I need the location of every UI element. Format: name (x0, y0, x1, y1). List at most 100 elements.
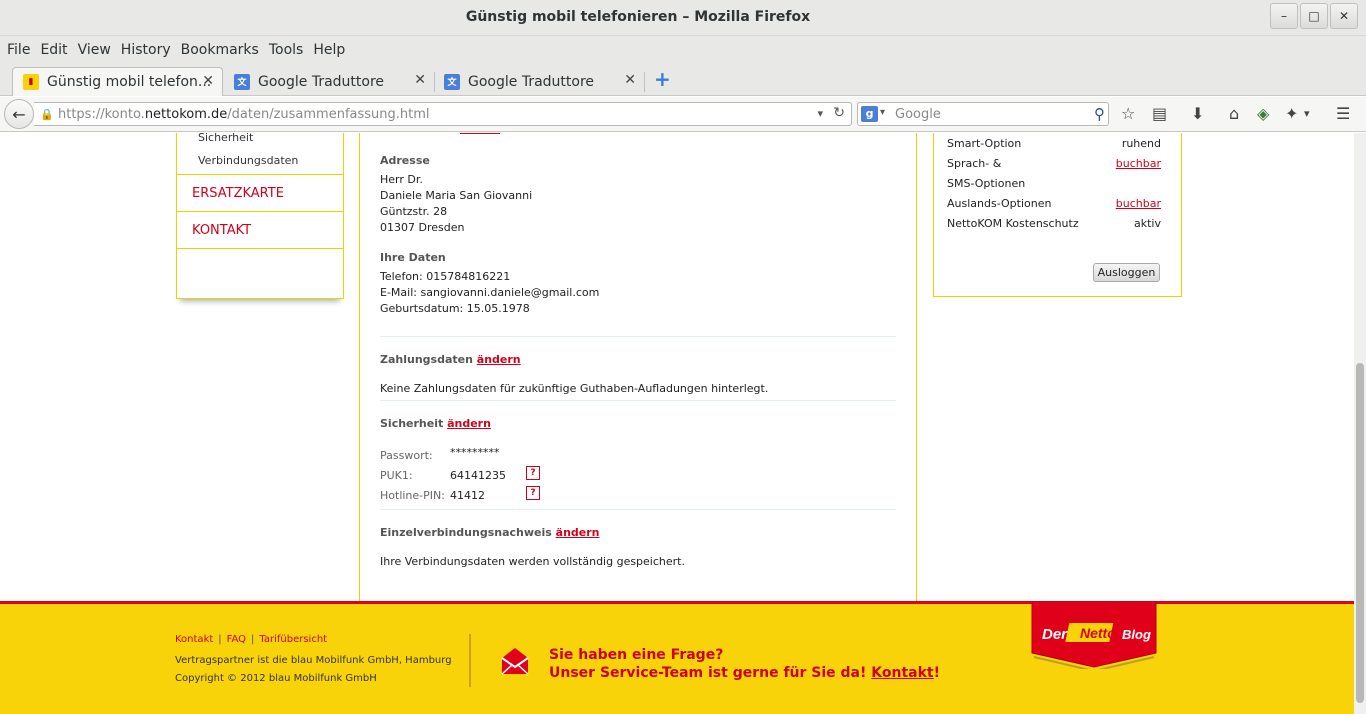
vertical-scrollbar[interactable] (1354, 133, 1366, 714)
menu-help[interactable]: Help (310, 42, 352, 58)
sidebar-item-verbindungsdaten[interactable]: Verbindungsdaten (198, 154, 298, 167)
tab-label: Google Traduttore (258, 73, 385, 90)
change-security-link[interactable]: ändern (447, 417, 491, 430)
change-itemized-link[interactable]: ändern (556, 526, 600, 539)
option-value: aktiv (1134, 217, 1161, 230)
close-button[interactable]: ✕ (1330, 3, 1358, 29)
menu-history[interactable]: History (118, 42, 178, 58)
tab-bar: ▮ Günstig mobil telefon... ✕ 文 Google Tr… (0, 64, 1366, 96)
itemized-text: Ihre Verbindungsdaten werden vollständig… (380, 555, 685, 568)
maximize-button[interactable]: □ (1300, 3, 1328, 29)
download-icon[interactable]: ⬇ (1191, 104, 1204, 123)
address-line: Daniele Maria San Giovanni (380, 189, 533, 202)
search-icon[interactable]: ⚲ (1094, 105, 1105, 123)
home-icon[interactable]: ⌂ (1229, 104, 1239, 123)
envelope-icon (501, 648, 529, 675)
menu-tools[interactable]: Tools (266, 42, 311, 58)
service-contact-link[interactable]: Kontakt (871, 665, 933, 681)
address-line: Güntzstr. 28 (380, 205, 448, 218)
sidebar-item-ersatzkarte[interactable]: ERSATZKARTE (177, 174, 343, 211)
security-heading-label: Sicherheit (380, 417, 444, 430)
link-separator: | (251, 634, 255, 645)
puk-value: 64141235 (450, 469, 506, 482)
option-value: ruhend (1121, 137, 1161, 150)
window-title: Günstig mobil telefonieren – Mozilla Fir… (465, 9, 811, 25)
close-tab-icon[interactable]: ✕ (414, 72, 426, 88)
back-arrow-icon[interactable]: ← (4, 99, 34, 129)
svg-text:Netto: Netto (1080, 625, 1116, 641)
address-line: Herr Dr. (380, 173, 423, 186)
new-tab-plus-icon[interactable]: + (654, 67, 671, 91)
sidebar-spacer (177, 248, 343, 298)
buchbar-link[interactable]: buchbar (1116, 157, 1161, 170)
lock-icon: 🔒 (40, 108, 54, 121)
search-bar[interactable]: g ▾ Google ⚲ (857, 102, 1109, 126)
url-text: https://konto.nettokom.de/daten/zusammen… (58, 107, 430, 122)
payment-text: Keine Zahlungsdaten für zukünftige Gutha… (380, 382, 769, 395)
pin-value: 41412 (450, 489, 485, 502)
email-line: E-Mail: sangiovanni.daniele@gmail.com (380, 286, 600, 299)
menu-view[interactable]: View (75, 42, 118, 58)
puk-help-icon[interactable]: ? (526, 466, 540, 480)
copyright-text: Copyright © 2012 blau Mobilfunk GmbH (175, 673, 377, 684)
translate-extension-icon[interactable]: ◈ (1257, 104, 1269, 123)
tab-label: Günstig mobil telefon... (47, 74, 212, 90)
close-tab-icon[interactable]: ✕ (202, 73, 214, 89)
address-line: 01307 Dresden (380, 221, 465, 234)
hamburger-menu-icon[interactable]: ☰ (1336, 104, 1350, 123)
netto-blog-logo[interactable]: Der Netto Blog (1030, 601, 1158, 669)
menu-file[interactable]: File (4, 42, 37, 58)
scrollbar-thumb[interactable] (1356, 363, 1364, 703)
menu-bookmarks[interactable]: Bookmarks (178, 42, 266, 58)
payment-heading-label: Zahlungsdaten (380, 353, 473, 366)
menu-bar: File Edit View History Bookmarks Tools H… (0, 36, 1366, 64)
tab-google-translate-2[interactable]: 文 Google Traduttore ✕ (434, 67, 644, 96)
logout-button[interactable]: Ausloggen (1093, 263, 1160, 282)
search-engine-dropdown-icon[interactable]: ▾ (880, 107, 885, 118)
bookmark-star-icon[interactable]: ☆ (1121, 104, 1135, 123)
tab-nettokom[interactable]: ▮ Günstig mobil telefon... ✕ (12, 67, 223, 96)
browser-window: Günstig mobil telefonieren – Mozilla Fir… (0, 0, 1366, 714)
tab-google-translate-1[interactable]: 文 Google Traduttore ✕ (224, 67, 434, 96)
menu-edit[interactable]: Edit (37, 42, 74, 58)
footer-link-faq[interactable]: FAQ (227, 634, 246, 645)
web-page: Sicherheit Verbindungsdaten ERSATZKARTE … (0, 133, 1366, 714)
section-divider (380, 400, 896, 401)
svg-text:Blog: Blog (1122, 627, 1151, 642)
option-label: NettoKOM Kostenschutz (947, 217, 1079, 230)
extension-icon[interactable]: ✦ (1285, 104, 1298, 123)
sidebar-item-sicherheit[interactable]: Sicherheit (198, 133, 253, 144)
footer-link-tarife[interactable]: Tarifübersicht (259, 634, 327, 645)
reload-icon[interactable]: ↻ (833, 105, 845, 121)
password-label: Passwort: (380, 449, 433, 462)
security-heading: Sicherheit ändern (380, 417, 491, 430)
personal-data-heading: Ihre Daten (380, 251, 446, 264)
svg-text:Der: Der (1042, 626, 1068, 643)
option-label: Sprach- & (947, 157, 1002, 170)
nettokom-favicon-icon: ▮ (23, 74, 39, 90)
section-divider (380, 509, 896, 510)
url-dropdown-icon[interactable]: ▾ (817, 107, 823, 120)
option-label: Auslands-Optionen (947, 197, 1052, 210)
options-box: Smart-Option ruhend Sprach- & buchbar SM… (933, 133, 1182, 297)
option-label: Smart-Option (947, 137, 1022, 150)
account-summary-panel: Adresse Herr Dr. Daniele Maria San Giova… (359, 133, 917, 601)
google-engine-icon[interactable]: g (861, 106, 878, 122)
payment-heading: Zahlungsdaten ändern (380, 353, 521, 366)
reading-list-icon[interactable]: ▤ (1152, 104, 1167, 123)
buchbar-link[interactable]: buchbar (1116, 197, 1161, 210)
tab-label: Google Traduttore (468, 73, 595, 90)
sidebar-item-kontakt[interactable]: KONTAKT (177, 211, 343, 248)
account-sidebar: Sicherheit Verbindungsdaten ERSATZKARTE … (176, 133, 344, 299)
password-value: ********* (450, 446, 500, 459)
close-tab-icon[interactable]: ✕ (624, 72, 636, 88)
footer-link-kontakt[interactable]: Kontakt (175, 634, 213, 645)
itemized-heading-label: Einzelverbindungsnachweis (380, 526, 552, 539)
minimize-button[interactable]: – (1270, 3, 1298, 29)
change-payment-link[interactable]: ändern (477, 353, 521, 366)
window-controls: – □ ✕ (1270, 3, 1358, 29)
navigation-bar: ← 🔒 https://konto.nettokom.de/daten/zusa… (0, 97, 1366, 132)
extension-dropdown-icon[interactable]: ▾ (1304, 107, 1310, 120)
url-bar[interactable]: 🔒 https://konto.nettokom.de/daten/zusamm… (34, 102, 852, 126)
pin-help-icon[interactable]: ? (526, 486, 540, 500)
